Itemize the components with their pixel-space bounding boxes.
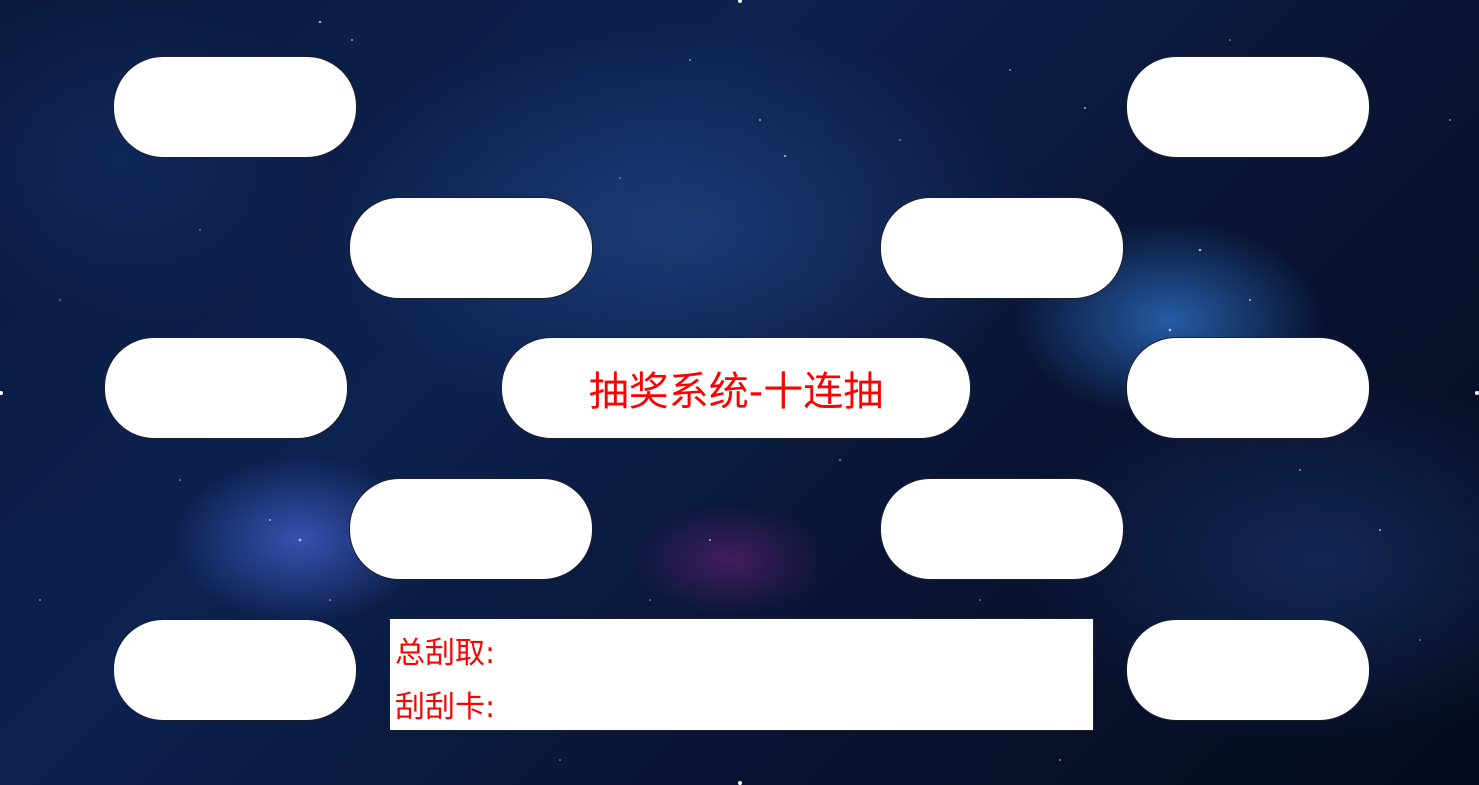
prize-slot-6[interactable] bbox=[1126, 337, 1370, 439]
page-title: 抽奖系统-十连抽 bbox=[588, 369, 884, 415]
prize-slot-10[interactable] bbox=[1126, 619, 1370, 721]
draw-button[interactable]: 抽奖系统-十连抽 bbox=[501, 337, 971, 439]
scratch-card-row: 刮刮卡: bbox=[395, 681, 1093, 735]
prize-slot-1[interactable] bbox=[113, 56, 357, 158]
total-scratched-label: 总刮取: bbox=[395, 636, 496, 671]
prize-slot-2[interactable] bbox=[1126, 56, 1370, 158]
prize-slot-3[interactable] bbox=[349, 197, 593, 299]
prize-slot-9[interactable] bbox=[113, 619, 357, 721]
scratch-card-label: 刮刮卡: bbox=[395, 690, 496, 725]
prize-slot-5[interactable] bbox=[104, 337, 348, 439]
result-panel: 总刮取: 刮刮卡: bbox=[389, 618, 1094, 731]
prize-slot-8[interactable] bbox=[880, 478, 1124, 580]
prize-slot-4[interactable] bbox=[880, 197, 1124, 299]
prize-slot-7[interactable] bbox=[349, 478, 593, 580]
total-scratched-row: 总刮取: bbox=[395, 627, 1093, 681]
